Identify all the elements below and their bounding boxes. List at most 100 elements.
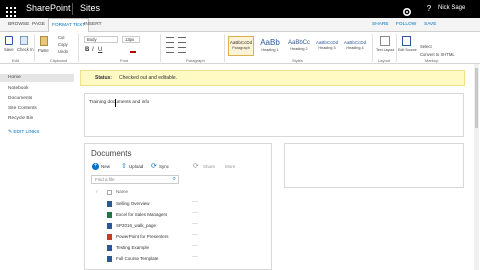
help-icon[interactable]: ? bbox=[424, 4, 434, 14]
paste-button[interactable]: Paste bbox=[38, 48, 49, 53]
settings-gear-icon[interactable] bbox=[402, 4, 412, 17]
more-options-icon[interactable]: ··· bbox=[192, 210, 198, 216]
align-center-icon[interactable] bbox=[178, 47, 186, 53]
list-item[interactable]: Excel for Sales Managers ··· bbox=[85, 210, 271, 220]
text-layout-button[interactable]: Text Layout bbox=[376, 48, 394, 52]
sync-icon[interactable]: ⟳ bbox=[151, 162, 157, 170]
file-type-icon bbox=[107, 190, 112, 195]
style-label: Heading 4 bbox=[346, 46, 364, 50]
share-icon[interactable]: ⟳ bbox=[193, 162, 199, 170]
rich-text-editor[interactable]: Training documents and info bbox=[84, 93, 464, 137]
group-label-styles: Styles bbox=[292, 58, 303, 63]
scrollbar-thumb[interactable] bbox=[475, 68, 478, 128]
user-name[interactable]: Nick Sage bbox=[438, 5, 465, 11]
divider bbox=[72, 3, 73, 15]
bullets-icon[interactable] bbox=[166, 37, 174, 43]
paste-icon[interactable] bbox=[40, 36, 48, 46]
nav-item-documents[interactable]: Documents bbox=[8, 96, 32, 101]
edit-links[interactable]: ✎ EDIT LINKS bbox=[8, 130, 39, 135]
style-heading-3[interactable]: AaBbCcDd Heading 3 bbox=[314, 36, 340, 56]
suite-bar: SharePoint Sites ? Nick Sage bbox=[0, 0, 480, 18]
search-input[interactable]: Find a file ⌕ bbox=[91, 175, 179, 184]
file-name[interactable]: Testing Example bbox=[116, 245, 149, 250]
nav-item-recycle-bin[interactable]: Recycle Bin bbox=[8, 116, 33, 121]
copy-button[interactable]: Copy bbox=[58, 42, 68, 47]
numbering-icon[interactable] bbox=[178, 37, 186, 43]
style-label: Heading 3 bbox=[318, 46, 336, 50]
style-sample: AaBb bbox=[260, 38, 280, 47]
list-item[interactable]: PowerPoint for Presenters ··· bbox=[85, 232, 271, 242]
edit-source-icon[interactable] bbox=[402, 36, 411, 46]
left-navigation: Home Notebook Documents Site Contents Re… bbox=[0, 72, 80, 142]
cut-button[interactable]: Cut bbox=[58, 35, 65, 40]
file-name[interactable]: PowerPoint for Presenters bbox=[116, 234, 169, 239]
select-button[interactable]: Select bbox=[420, 44, 432, 49]
style-heading-1[interactable]: AaBb Heading 1 bbox=[256, 36, 284, 56]
save-button[interactable]: Save bbox=[4, 47, 14, 52]
vertical-scrollbar[interactable] bbox=[474, 64, 479, 270]
documents-title[interactable]: Documents bbox=[91, 149, 131, 158]
name-column-header[interactable]: Name bbox=[116, 189, 128, 194]
style-paragraph[interactable]: AaBbCcDd Paragraph bbox=[228, 36, 254, 56]
edit-source-button[interactable]: Edit Source bbox=[398, 48, 417, 52]
tab-insert[interactable]: INSERT bbox=[84, 18, 102, 31]
nav-item-home[interactable]: Home bbox=[0, 74, 74, 82]
list-item[interactable]: Selling Overview ··· bbox=[85, 199, 271, 209]
file-name[interactable]: Excel for Sales Managers bbox=[116, 212, 167, 217]
tab-page[interactable]: PAGE bbox=[32, 18, 45, 31]
group-label-edit: Edit bbox=[12, 58, 19, 63]
underline-button[interactable]: U bbox=[98, 47, 102, 53]
share-link[interactable]: SHARE bbox=[372, 18, 389, 31]
group-label-markup: Markup bbox=[425, 58, 439, 63]
list-item[interactable]: Testing Example ··· bbox=[85, 243, 271, 253]
select-all-checkmark-icon[interactable]: ✓ bbox=[95, 189, 99, 195]
check-in-icon[interactable] bbox=[20, 36, 28, 45]
nav-item-notebook[interactable]: Notebook bbox=[8, 86, 29, 91]
convert-xhtml-button[interactable]: Convert to XHTML bbox=[420, 52, 455, 57]
list-item[interactable]: SP2016_walk_page ··· bbox=[85, 221, 271, 231]
upload-icon[interactable]: ⇧ bbox=[121, 162, 127, 170]
more-button[interactable]: More bbox=[225, 164, 235, 169]
font-size-select[interactable]: 13px bbox=[122, 36, 140, 43]
empty-web-part-zone[interactable] bbox=[284, 143, 464, 188]
undo-button[interactable]: Undo bbox=[58, 49, 68, 54]
editor-text: Training documents and info bbox=[89, 100, 150, 105]
app-launcher-icon[interactable] bbox=[6, 4, 16, 17]
more-options-icon[interactable]: ··· bbox=[192, 199, 198, 205]
search-placeholder: Find a file bbox=[95, 177, 115, 182]
separator bbox=[34, 34, 35, 62]
file-name[interactable]: SP2016_walk_page bbox=[116, 223, 156, 228]
font-color-icon[interactable] bbox=[130, 48, 136, 53]
text-layout-icon[interactable] bbox=[380, 36, 390, 46]
style-heading-4[interactable]: AaBbCcDd Heading 4 bbox=[342, 36, 368, 56]
font-name-select[interactable]: Body bbox=[84, 36, 118, 43]
more-options-icon[interactable]: ··· bbox=[192, 221, 198, 227]
more-options-icon[interactable]: ··· bbox=[192, 254, 198, 260]
file-name[interactable]: Full Course Template bbox=[116, 256, 158, 261]
new-icon[interactable]: + bbox=[92, 163, 99, 170]
more-options-icon[interactable]: ··· bbox=[192, 243, 198, 249]
share-button[interactable]: Share bbox=[203, 164, 215, 169]
list-item[interactable]: Full Course Template ··· bbox=[85, 254, 271, 264]
follow-link[interactable]: FOLLOW bbox=[396, 18, 416, 31]
upload-button[interactable]: Upload bbox=[129, 164, 143, 169]
search-icon: ⌕ bbox=[172, 176, 176, 182]
separator bbox=[396, 34, 397, 62]
ribbon: Save Check In Edit Paste Cut Copy Undo C… bbox=[0, 32, 480, 64]
file-name[interactable]: Selling Overview bbox=[116, 201, 150, 206]
app-title[interactable]: SharePoint bbox=[26, 3, 71, 13]
sync-button[interactable]: Sync bbox=[159, 164, 169, 169]
section-title[interactable]: Sites bbox=[80, 3, 100, 13]
align-left-icon[interactable] bbox=[166, 47, 174, 53]
save-link[interactable]: SAVE bbox=[424, 18, 436, 31]
more-options-icon[interactable]: ··· bbox=[192, 232, 198, 238]
style-heading-2[interactable]: AaBbCc Heading 2 bbox=[286, 36, 312, 56]
check-in-button[interactable]: Check In bbox=[17, 47, 34, 52]
bold-button[interactable]: B bbox=[85, 47, 89, 53]
ribbon-tab-bar: BROWSE PAGE FORMAT TEXT INSERT SHARE FOL… bbox=[0, 18, 480, 32]
save-icon[interactable] bbox=[5, 36, 13, 45]
tab-browse[interactable]: BROWSE bbox=[8, 18, 29, 31]
italic-button[interactable]: I bbox=[92, 47, 94, 53]
nav-item-site-contents[interactable]: Site Contents bbox=[8, 106, 37, 111]
new-button[interactable]: New bbox=[101, 164, 110, 169]
